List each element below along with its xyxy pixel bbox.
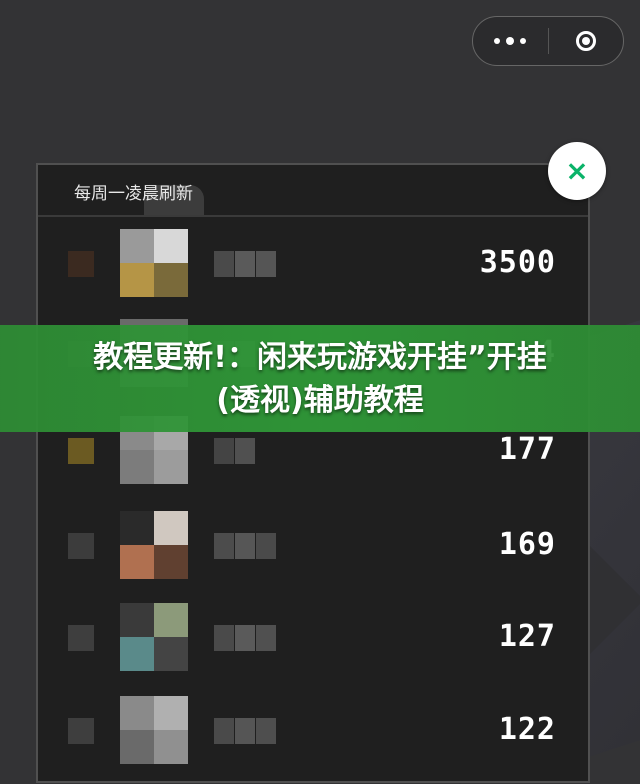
avatar — [120, 603, 188, 671]
score: 127 — [498, 619, 556, 654]
player-name-blurred — [214, 718, 277, 744]
banner-title: 教程更新!：闲来玩游戏开挂”开挂 (透视)辅助教程 — [0, 336, 640, 422]
player-name-blurred — [214, 625, 277, 651]
player-name-blurred — [214, 533, 277, 559]
player-name-blurred — [214, 438, 256, 464]
leaderboard-row[interactable]: 169 — [36, 505, 590, 585]
rank-badge — [68, 251, 94, 277]
target-close-icon[interactable] — [549, 17, 624, 65]
leaderboard-row[interactable]: 122 — [36, 690, 590, 770]
avatar — [120, 696, 188, 764]
leaderboard-row[interactable]: 127 — [36, 597, 590, 677]
close-icon: × — [565, 154, 589, 187]
score: 169 — [498, 527, 556, 562]
rank-badge — [68, 718, 94, 744]
leaderboard-row[interactable]: 3500 — [36, 223, 590, 303]
more-dots-icon[interactable] — [473, 17, 548, 65]
close-button[interactable]: × — [548, 142, 606, 200]
score: 122 — [498, 712, 556, 747]
panel-title: 每周一凌晨刷新 — [74, 184, 193, 204]
panel-divider — [38, 215, 588, 217]
avatar — [120, 229, 188, 297]
banner-line-1: 教程更新!：闲来玩游戏开挂”开挂 — [93, 340, 547, 375]
miniprogram-capsule — [472, 16, 624, 66]
player-name-blurred — [214, 251, 277, 277]
score: 3500 — [479, 245, 556, 280]
avatar — [120, 511, 188, 579]
rank-badge — [68, 533, 94, 559]
rank-badge — [68, 438, 94, 464]
score: 177 — [498, 432, 556, 467]
banner-line-2: (透视)辅助教程 — [216, 383, 424, 418]
rank-badge — [68, 625, 94, 651]
